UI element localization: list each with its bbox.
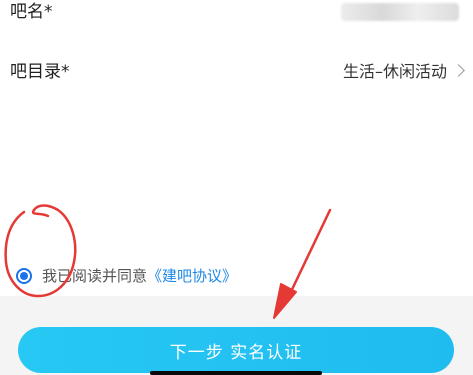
radio-dot bbox=[20, 272, 28, 280]
bar-directory-label: 吧目录* bbox=[10, 62, 70, 82]
bar-directory-value[interactable]: 生活–休闲活动 bbox=[343, 62, 447, 82]
radio-checked-icon[interactable] bbox=[16, 268, 32, 284]
bar-directory-row[interactable]: 吧目录* 生活–休闲活动 bbox=[0, 56, 473, 92]
bar-name-value-redacted[interactable] bbox=[341, 3, 459, 21]
next-step-button[interactable]: 下一步 实名认证 bbox=[18, 327, 454, 373]
home-indicator-bar bbox=[150, 371, 322, 375]
chevron-right-icon[interactable] bbox=[452, 64, 465, 77]
next-step-button-label: 下一步 实名认证 bbox=[169, 342, 303, 363]
agreement-text: 我已阅读并同意 bbox=[42, 267, 148, 285]
agreement-row[interactable]: 我已阅读并同意 《建吧协议》 bbox=[16, 264, 237, 288]
bar-name-label: 吧名* bbox=[10, 2, 53, 22]
red-arrow-shaft bbox=[285, 208, 332, 302]
bar-name-row[interactable]: 吧名* bbox=[0, 0, 473, 30]
agreement-link[interactable]: 《建吧协议》 bbox=[147, 266, 237, 286]
